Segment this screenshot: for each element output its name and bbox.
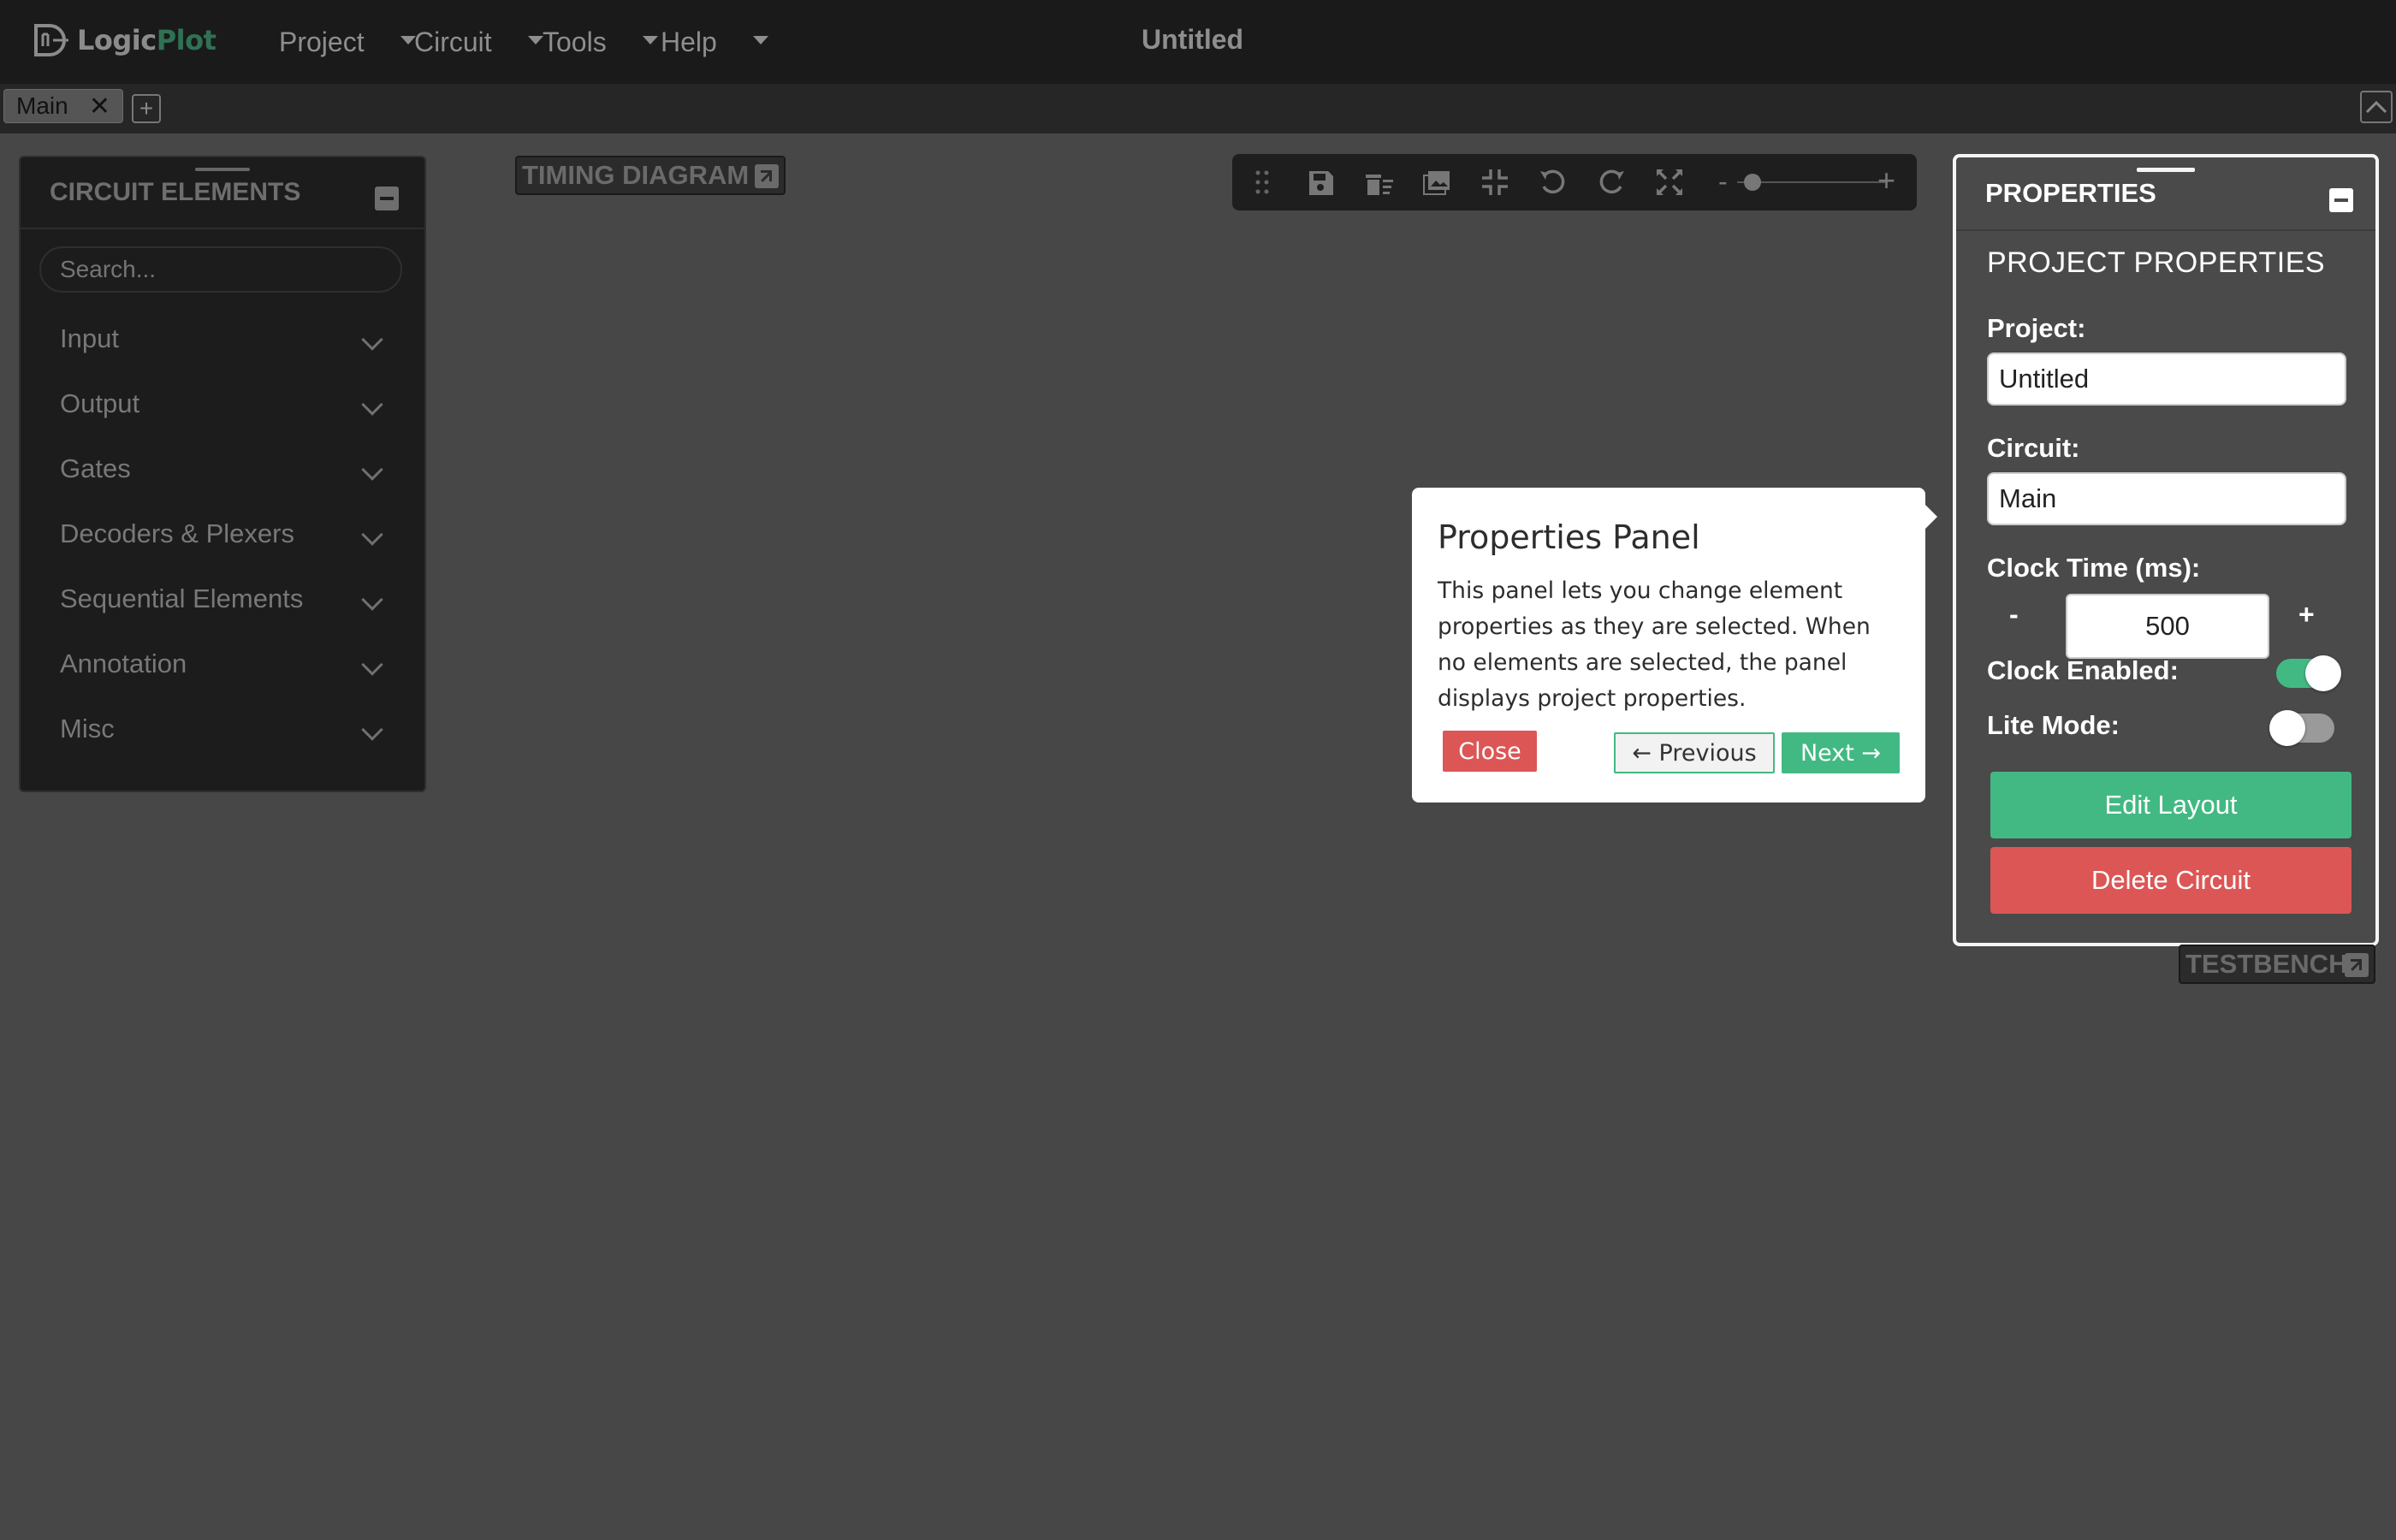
clock-time-decrement-button[interactable]: - xyxy=(2009,599,2019,631)
clock-enabled-toggle[interactable] xyxy=(2276,655,2341,691)
edit-layout-button[interactable]: Edit Layout xyxy=(1990,772,2352,838)
external-link-icon xyxy=(755,164,779,188)
external-link-icon xyxy=(2345,953,2369,977)
logo[interactable]: LogicPlot xyxy=(31,19,216,62)
tour-title: Properties Panel xyxy=(1438,518,1700,556)
group-label: Decoders & Plexers xyxy=(60,518,294,548)
menu-circuit[interactable]: Circuit xyxy=(414,0,543,84)
lite-mode-toggle[interactable] xyxy=(2269,710,2334,746)
clock-time-input[interactable] xyxy=(2066,594,2269,659)
caret-down-icon xyxy=(400,36,416,44)
tab-main-label: Main xyxy=(16,92,68,119)
close-icon[interactable]: ✕ xyxy=(89,92,110,121)
chevron-down-icon xyxy=(361,394,383,416)
group-label: Sequential Elements xyxy=(60,583,304,613)
zoom-in-button[interactable]: + xyxy=(1877,163,1895,198)
chevron-down-icon xyxy=(361,719,383,741)
menu-tools-label: Tools xyxy=(543,26,607,57)
fullscreen-icon[interactable] xyxy=(1653,166,1686,198)
tour-previous-button[interactable]: ← Previous xyxy=(1614,732,1775,773)
top-navbar: LogicPlot Project Circuit Tools Help Unt… xyxy=(0,0,2396,84)
chevron-down-icon xyxy=(361,524,383,546)
zoom-slider-handle[interactable] xyxy=(1743,174,1761,191)
minimize-icon[interactable] xyxy=(375,187,399,210)
testbench-button[interactable]: TESTBENCH xyxy=(2179,945,2375,984)
tour-popover: Properties Panel This panel lets you cha… xyxy=(1412,488,1937,803)
chevron-up-icon xyxy=(2365,100,2387,114)
collapse-tabs-button[interactable] xyxy=(2360,91,2393,123)
testbench-label: TESTBENCH xyxy=(2185,949,2348,979)
circuit-elements-panel: CIRCUIT ELEMENTS Input Output Gates Deco… xyxy=(19,156,426,792)
clock-time-label: Clock Time (ms): xyxy=(1987,553,2201,583)
group-gates[interactable]: Gates xyxy=(21,436,424,501)
canvas-toolbar: - + xyxy=(1232,154,1917,210)
save-icon[interactable] xyxy=(1304,166,1337,198)
add-tab-button[interactable]: + xyxy=(132,94,161,123)
group-sequential-elements[interactable]: Sequential Elements xyxy=(21,566,424,631)
drag-handle-icon[interactable] xyxy=(1246,166,1278,198)
tour-close-button[interactable]: Close xyxy=(1443,731,1537,772)
project-label: Project: xyxy=(1987,313,2086,343)
tab-main[interactable]: Main ✕ xyxy=(3,89,123,123)
timing-diagram-label: TIMING DIAGRAM xyxy=(522,160,750,190)
circuit-name-input[interactable] xyxy=(1987,472,2346,525)
undo-icon[interactable] xyxy=(1537,166,1569,198)
shrink-icon[interactable] xyxy=(1479,166,1511,198)
clock-time-increment-button[interactable]: + xyxy=(2298,599,2315,631)
logo-text-logic: Logic xyxy=(77,24,157,56)
clock-enabled-label: Clock Enabled: xyxy=(1987,655,2179,685)
menu-tools[interactable]: Tools xyxy=(543,0,658,84)
lite-mode-label: Lite Mode: xyxy=(1987,710,2120,740)
redo-icon[interactable] xyxy=(1595,166,1628,198)
project-name-input[interactable] xyxy=(1987,352,2346,406)
toggle-knob xyxy=(2305,655,2341,691)
circuit-tabs-bar: Main ✕ + xyxy=(0,84,2396,133)
menu-project-label: Project xyxy=(279,26,365,57)
logo-icon xyxy=(34,24,68,56)
chevron-down-icon xyxy=(361,329,383,351)
minimize-icon[interactable] xyxy=(2329,188,2353,212)
chevron-down-icon xyxy=(361,654,383,676)
group-label: Gates xyxy=(60,453,131,483)
properties-panel: PROPERTIES PROJECT PROPERTIES Project: C… xyxy=(1953,154,2379,946)
menu-circuit-label: Circuit xyxy=(414,26,492,57)
circuit-label: Circuit: xyxy=(1987,433,2080,463)
group-annotation[interactable]: Annotation xyxy=(21,631,424,696)
properties-title: PROPERTIES xyxy=(1985,178,2156,208)
group-misc[interactable]: Misc xyxy=(21,696,424,761)
caret-down-icon xyxy=(752,36,768,44)
chevron-down-icon xyxy=(361,589,383,611)
group-label: Annotation xyxy=(60,649,187,678)
delete-circuit-button[interactable]: Delete Circuit xyxy=(1990,847,2352,914)
element-groups-list: Input Output Gates Decoders & Plexers Se… xyxy=(21,306,424,761)
project-properties-heading: PROJECT PROPERTIES xyxy=(1987,246,2326,279)
timing-diagram-button[interactable]: TIMING DIAGRAM xyxy=(515,156,786,195)
project-title: Untitled xyxy=(1142,24,1244,55)
zoom-out-button[interactable]: - xyxy=(1718,166,1728,198)
group-label: Misc xyxy=(60,714,115,743)
search-input[interactable] xyxy=(39,246,402,293)
menu-help-label: Help xyxy=(661,26,717,57)
circuit-elements-header: CIRCUIT ELEMENTS xyxy=(21,157,424,229)
caret-down-icon xyxy=(527,36,543,44)
group-decoders-plexers[interactable]: Decoders & Plexers xyxy=(21,501,424,566)
circuit-elements-title: CIRCUIT ELEMENTS xyxy=(50,178,301,206)
chevron-down-icon xyxy=(361,459,383,481)
tour-next-button[interactable]: Next → xyxy=(1782,732,1900,773)
delete-all-icon[interactable] xyxy=(1362,166,1395,198)
group-input[interactable]: Input xyxy=(21,306,424,371)
toggle-knob xyxy=(2269,710,2305,746)
menu-project[interactable]: Project xyxy=(279,0,416,84)
properties-header: PROPERTIES xyxy=(1956,157,2375,231)
caret-down-icon xyxy=(642,36,658,44)
logo-text-plot: Plot xyxy=(156,24,216,56)
group-output[interactable]: Output xyxy=(21,371,424,436)
tour-description: This panel lets you change element prope… xyxy=(1438,578,1871,712)
group-label: Output xyxy=(60,388,140,418)
menu-help[interactable]: Help xyxy=(661,0,768,84)
group-label: Input xyxy=(60,323,119,353)
logo-text: LogicPlot xyxy=(77,24,216,56)
image-icon[interactable] xyxy=(1420,166,1453,198)
